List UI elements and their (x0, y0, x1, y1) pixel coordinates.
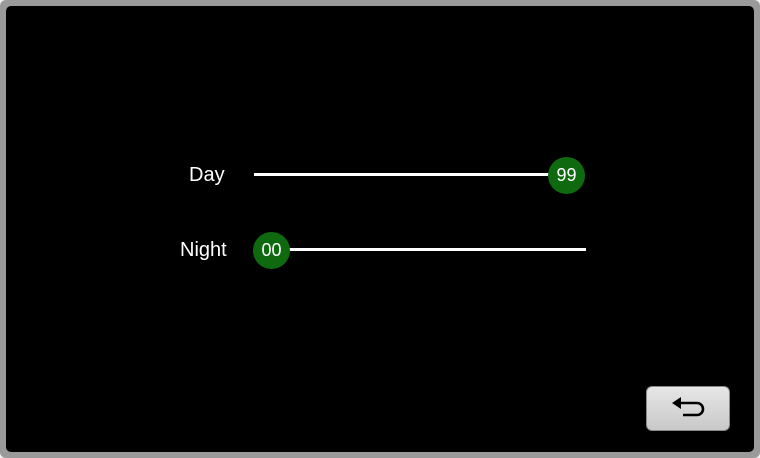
screen: Day 99 Night 00 (6, 6, 754, 452)
night-slider-knob[interactable]: 00 (253, 232, 290, 269)
return-arrow-icon (672, 397, 705, 417)
day-slider-knob[interactable]: 99 (548, 157, 585, 194)
night-label: Night (180, 239, 227, 261)
night-slider-row: Night 00 (6, 230, 754, 270)
device-frame: Day 99 Night 00 (0, 0, 760, 458)
night-slider-track[interactable] (286, 248, 586, 251)
day-slider-row: Day 99 (6, 155, 754, 195)
back-button[interactable] (646, 386, 730, 431)
day-slider-track[interactable] (254, 173, 554, 176)
day-label: Day (189, 164, 225, 186)
